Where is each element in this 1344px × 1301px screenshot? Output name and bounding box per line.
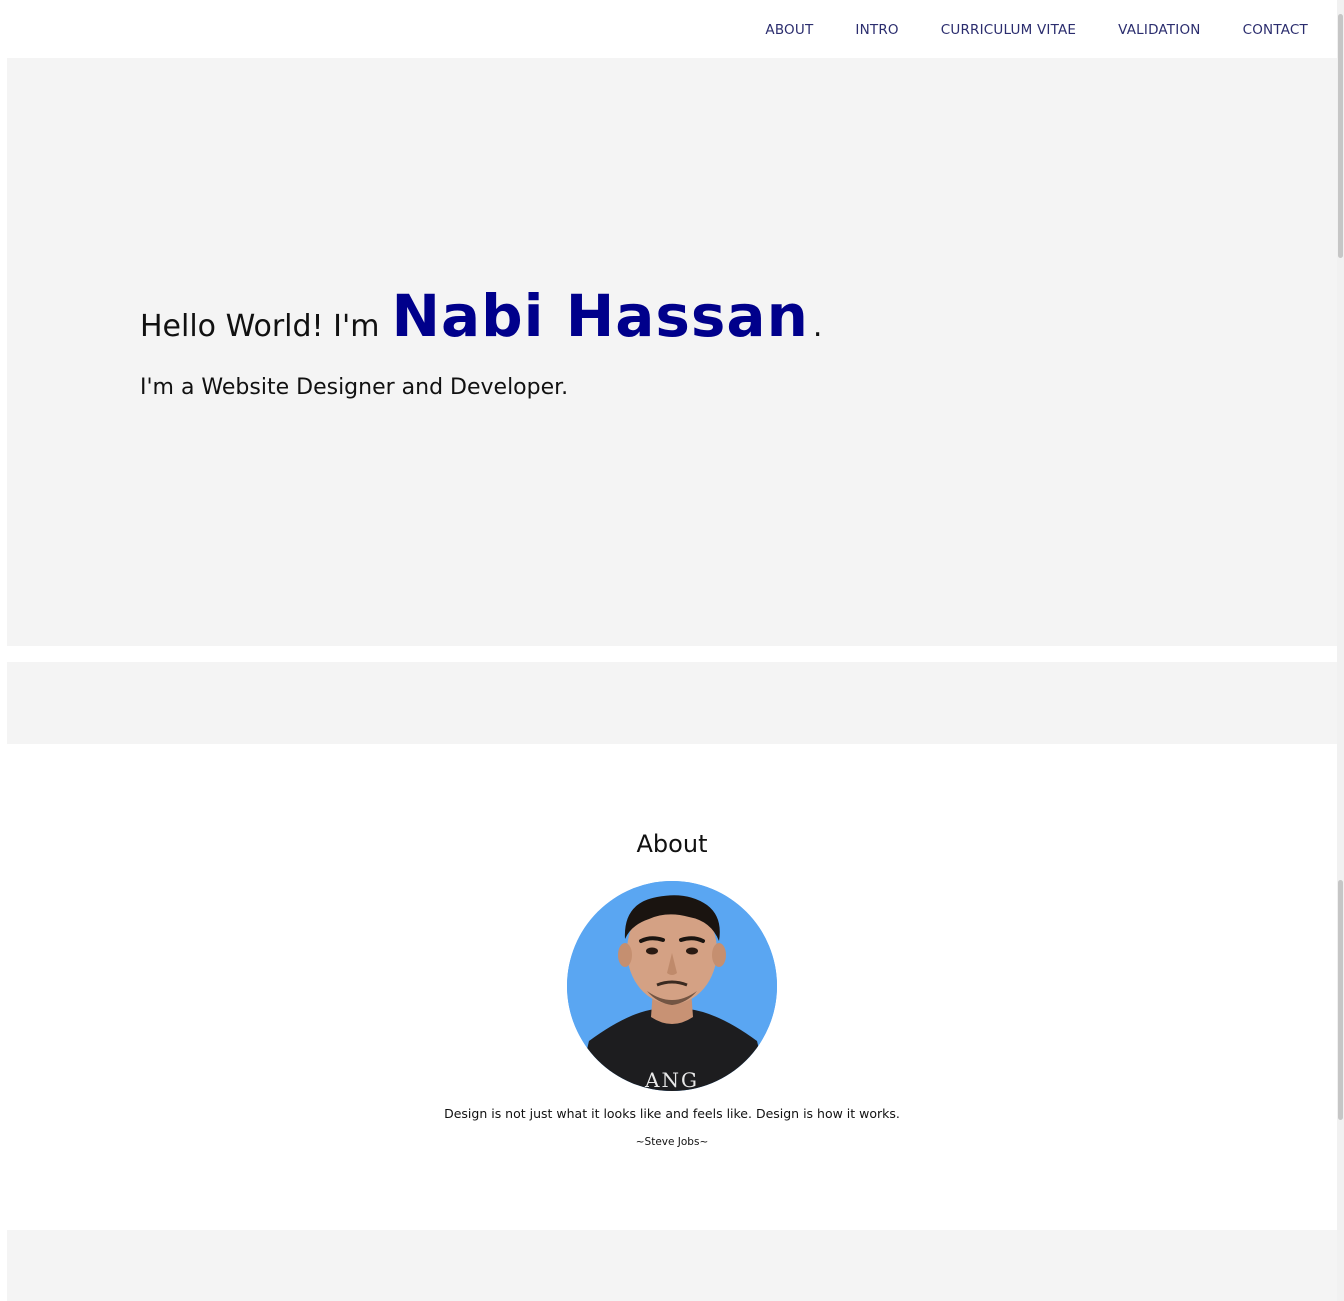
about-quote-author: ~Steve Jobs~	[635, 1136, 709, 1148]
hero-greeting: Hello World! I'm	[140, 309, 380, 344]
nav-link-contact[interactable]: CONTACT	[1243, 22, 1308, 38]
avatar: ANG	[567, 881, 777, 1091]
shirt-text: ANG	[644, 1068, 699, 1091]
about-title: About	[636, 830, 708, 858]
nav-links: ABOUT INTRO CURRICULUM VITAE VALIDATION …	[765, 22, 1308, 38]
top-navigation: ABOUT INTRO CURRICULUM VITAE VALIDATION …	[0, 0, 1336, 58]
section-divider-band	[7, 662, 1337, 744]
profile-photo: ANG	[567, 881, 777, 1091]
hero-period: .	[812, 309, 823, 344]
next-section-band	[7, 1230, 1337, 1301]
scrollbar-thumb-secondary[interactable]	[1338, 880, 1343, 1120]
hero-section: Hello World! I'm Nabi Hassan. I'm a Websi…	[7, 58, 1337, 646]
nav-link-validation[interactable]: VALIDATION	[1118, 22, 1200, 38]
nav-link-about[interactable]: ABOUT	[765, 22, 813, 38]
hero-tagline: I'm a Website Designer and Developer.	[140, 375, 569, 400]
hero-heading: Hello World! I'm Nabi Hassan.	[140, 282, 822, 350]
nav-link-intro[interactable]: INTRO	[855, 22, 898, 38]
scrollbar-thumb[interactable]	[1338, 14, 1343, 258]
nav-link-curriculum-vitae[interactable]: CURRICULUM VITAE	[941, 22, 1076, 38]
about-quote: Design is not just what it looks like an…	[444, 1106, 900, 1121]
scrollbar[interactable]	[1337, 0, 1344, 1301]
hero-name: Nabi Hassan	[391, 282, 809, 350]
